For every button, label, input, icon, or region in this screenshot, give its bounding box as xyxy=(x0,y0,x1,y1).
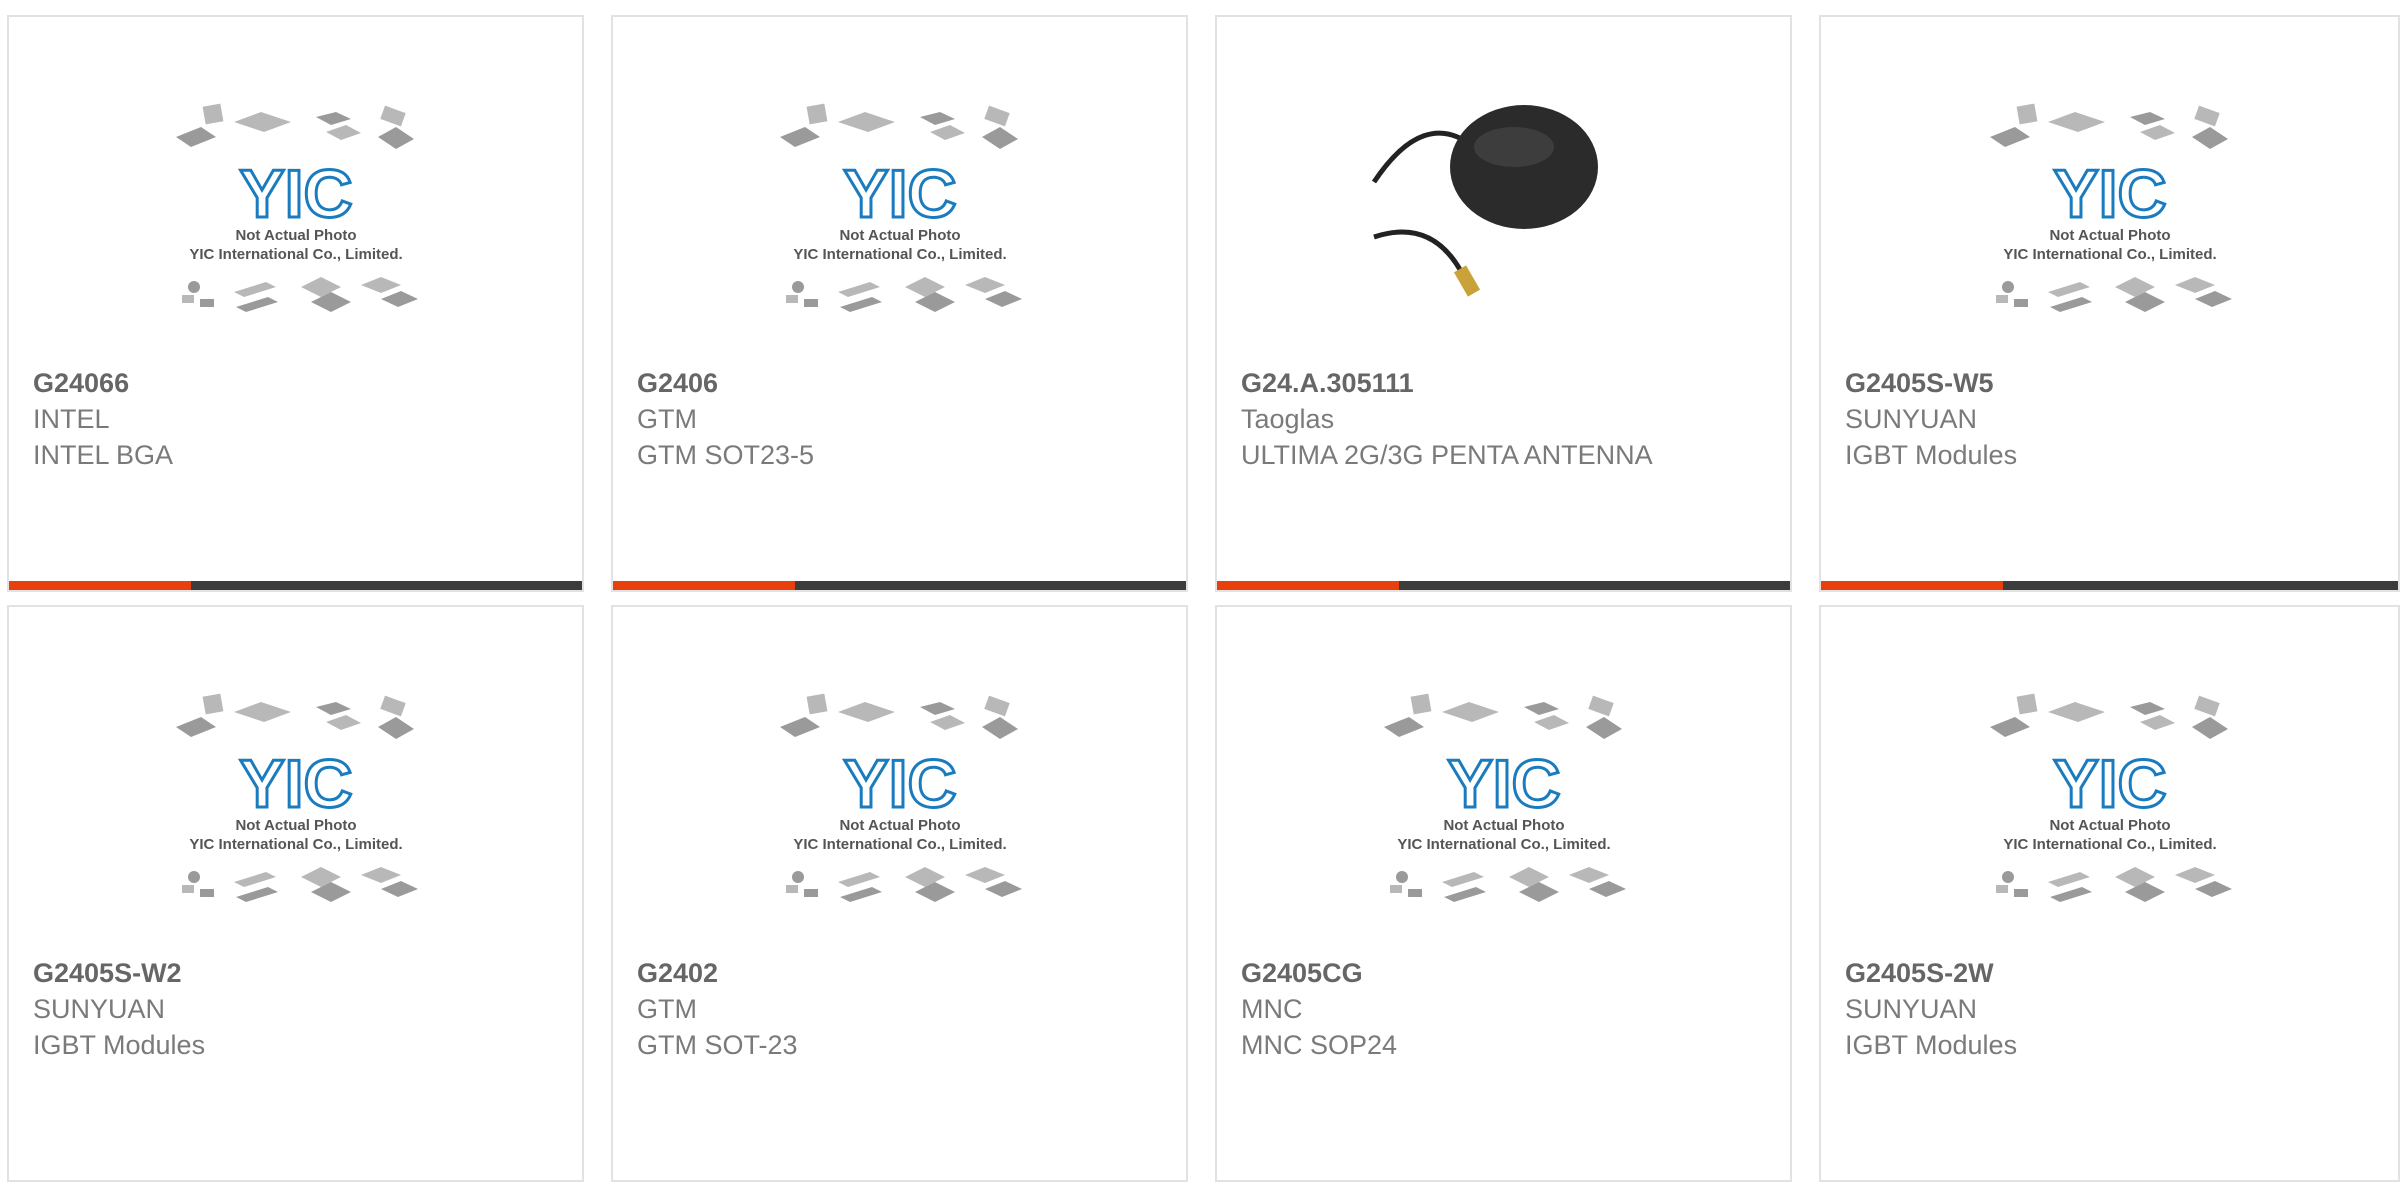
svg-text:Not Actual Photo: Not Actual Photo xyxy=(235,227,356,244)
product-card[interactable]: YIC Not Actual Photo YIC International Co.… xyxy=(7,15,584,592)
svg-text:Not Actual Photo: Not Actual Photo xyxy=(2049,817,2170,834)
product-card[interactable]: YIC Not Actual Photo YIC International Co.… xyxy=(611,15,1188,592)
part-number[interactable]: G2405CG xyxy=(1241,955,1363,991)
placeholder-photo: YICNot Actual Photo YIC International Co.… xyxy=(779,693,1022,902)
product-card[interactable]: YIC Not Actual Photo YIC International Co.… xyxy=(7,605,584,1182)
placeholder-photo: YICNot Actual Photo YIC International Co.… xyxy=(175,103,418,312)
svg-text:YIC: YIC xyxy=(2053,156,2166,232)
product-card[interactable]: YIC Not Actual Photo YIC International Co.… xyxy=(1819,15,2400,592)
svg-text:Not Actual Photo: Not Actual Photo xyxy=(235,817,356,834)
placeholder-photo: YICNot Actual Photo YIC International Co.… xyxy=(1989,103,2232,312)
manufacturer: INTEL xyxy=(33,404,110,434)
description: IGBT Modules xyxy=(1845,1030,2018,1060)
svg-text:YIC International Co., Limited: YIC International Co., Limited. xyxy=(793,246,1006,263)
product-image[interactable]: YIC Not Actual Photo YIC International Co.… xyxy=(613,87,1186,327)
manufacturer: GTM xyxy=(637,404,697,434)
manufacturer: Taoglas xyxy=(1241,404,1335,434)
svg-text:YIC: YIC xyxy=(843,746,956,822)
svg-text:YIC International Co., Limited: YIC International Co., Limited. xyxy=(2003,246,2216,263)
placeholder-photo: YICNot Actual Photo YIC International Co.… xyxy=(175,693,418,902)
svg-text:YIC International Co., Limited: YIC International Co., Limited. xyxy=(189,246,402,263)
manufacturer: SUNYUAN xyxy=(1845,404,1978,434)
svg-text:Not Actual Photo: Not Actual Photo xyxy=(1443,817,1564,834)
svg-text:YIC: YIC xyxy=(239,156,352,232)
svg-text:Not Actual Photo: Not Actual Photo xyxy=(839,817,960,834)
product-image[interactable] xyxy=(1217,87,1790,327)
svg-text:YIC International Co., Limited: YIC International Co., Limited. xyxy=(793,836,1006,853)
part-number[interactable]: G2405S-W5 xyxy=(1845,365,1994,401)
card-accent xyxy=(613,581,795,590)
part-number[interactable]: G2406 xyxy=(637,365,718,401)
placeholder-photo: YICNot Actual Photo YIC International Co.… xyxy=(1383,693,1626,902)
placeholder-photo: YICNot Actual Photo YIC International Co.… xyxy=(779,103,1022,312)
svg-text:YIC: YIC xyxy=(2053,746,2166,822)
part-number[interactable]: G24066 xyxy=(33,365,129,401)
product-image[interactable]: YIC Not Actual Photo YIC International Co.… xyxy=(9,677,582,917)
product-card[interactable]: YIC Not Actual Photo YIC International Co.… xyxy=(1215,605,1792,1182)
manufacturer: MNC xyxy=(1241,994,1303,1024)
description: MNC SOP24 xyxy=(1241,1030,1398,1060)
product-card[interactable]: G24.A.305111 Taoglas ULTIMA 2G/3G PENTA … xyxy=(1215,15,1792,592)
description: GTM SOT-23 xyxy=(637,1030,798,1060)
description: IGBT Modules xyxy=(1845,440,2018,470)
card-bottom-bar xyxy=(9,581,582,590)
card-bottom-bar xyxy=(613,581,1186,590)
manufacturer: SUNYUAN xyxy=(1845,994,1978,1024)
card-accent xyxy=(9,581,191,590)
product-image[interactable]: YIC Not Actual Photo YIC International Co.… xyxy=(613,677,1186,917)
description: GTM SOT23-5 xyxy=(637,440,815,470)
manufacturer: GTM xyxy=(637,994,697,1024)
card-accent xyxy=(1217,581,1399,590)
svg-text:YIC International Co., Limited: YIC International Co., Limited. xyxy=(189,836,402,853)
svg-text:Not Actual Photo: Not Actual Photo xyxy=(839,227,960,244)
svg-text:YIC: YIC xyxy=(1447,746,1560,822)
antenna-photo xyxy=(1371,105,1598,297)
part-number[interactable]: G2405S-2W xyxy=(1845,955,1994,991)
product-image[interactable]: YIC Not Actual Photo YIC International Co.… xyxy=(1821,677,2398,917)
card-bottom-bar xyxy=(1217,581,1790,590)
svg-text:YIC International Co., Limited: YIC International Co., Limited. xyxy=(2003,836,2216,853)
product-grid: YIC Not Actual Photo YIC International Co.… xyxy=(0,0,2400,1182)
manufacturer: SUNYUAN xyxy=(33,994,166,1024)
svg-text:YIC: YIC xyxy=(843,156,956,232)
product-image[interactable]: YIC Not Actual Photo YIC International Co.… xyxy=(1217,677,1790,917)
svg-text:YIC: YIC xyxy=(239,746,352,822)
description: INTEL BGA xyxy=(33,440,174,470)
part-number[interactable]: G2405S-W2 xyxy=(33,955,182,991)
product-card[interactable]: YIC Not Actual Photo YIC International Co.… xyxy=(611,605,1188,1182)
placeholder-photo: YICNot Actual Photo YIC International Co.… xyxy=(1989,693,2232,902)
product-card[interactable]: YIC Not Actual Photo YIC International Co.… xyxy=(1819,605,2400,1182)
svg-text:Not Actual Photo: Not Actual Photo xyxy=(2049,227,2170,244)
card-accent xyxy=(1821,581,2003,590)
svg-text:YIC International Co., Limited: YIC International Co., Limited. xyxy=(1397,836,1610,853)
part-number[interactable]: G24.A.305111 xyxy=(1241,365,1414,401)
product-image[interactable]: YIC Not Actual Photo YIC International Co.… xyxy=(1821,87,2398,327)
description: ULTIMA 2G/3G PENTA ANTENNA xyxy=(1241,440,1653,470)
card-bottom-bar xyxy=(1821,581,2398,590)
description: IGBT Modules xyxy=(33,1030,206,1060)
part-number[interactable]: G2402 xyxy=(637,955,718,991)
product-image[interactable]: YIC Not Actual Photo YIC International Co.… xyxy=(9,87,582,327)
